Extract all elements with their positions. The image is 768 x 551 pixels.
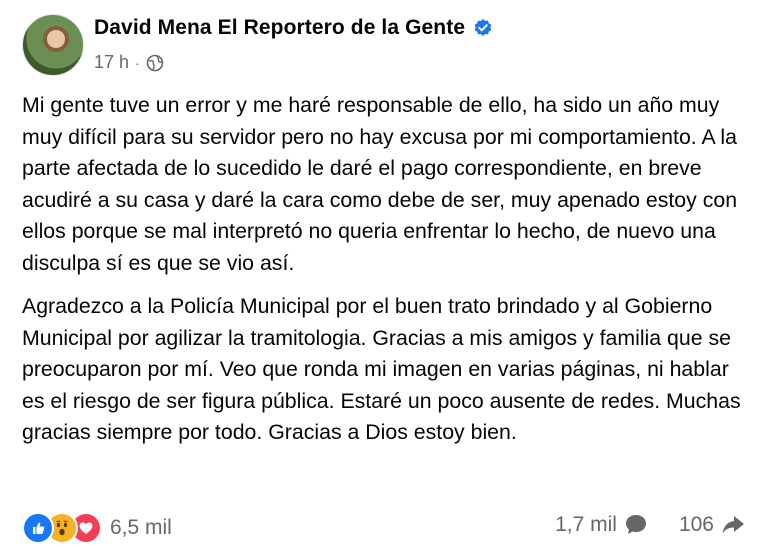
- post-footer: 6,5 mil 1,7 mil 106: [0, 510, 768, 550]
- post-meta: 17 h ·: [94, 52, 164, 73]
- comment-icon[interactable]: [623, 512, 649, 538]
- reactions-summary[interactable]: 6,5 mil: [22, 512, 172, 544]
- author-row: David Mena El Reportero de la Gente: [94, 16, 493, 40]
- engagement-stats: 1,7 mil 106: [555, 512, 746, 538]
- meta-separator: ·: [135, 54, 140, 71]
- verified-badge-icon: [474, 19, 492, 36]
- share-count[interactable]: 106: [679, 513, 714, 537]
- post-paragraph: Mi gente tuve un error y me haré respons…: [22, 93, 738, 275]
- like-icon: [22, 512, 54, 544]
- post-time[interactable]: 17 h: [94, 52, 129, 73]
- avatar[interactable]: [22, 14, 84, 76]
- author-name[interactable]: David Mena El Reportero de la Gente: [94, 16, 465, 40]
- post-body: Mi gente tuve un error y me haré respons…: [22, 90, 748, 461]
- globe-icon: [146, 54, 164, 71]
- share-icon[interactable]: [720, 512, 746, 538]
- comment-count[interactable]: 1,7 mil: [555, 513, 617, 537]
- post-card: David Mena El Reportero de la Gente 17 h…: [0, 0, 768, 551]
- reaction-count: 6,5 mil: [110, 516, 172, 539]
- post-paragraph: Agradezco a la Policía Municipal por el …: [22, 294, 741, 444]
